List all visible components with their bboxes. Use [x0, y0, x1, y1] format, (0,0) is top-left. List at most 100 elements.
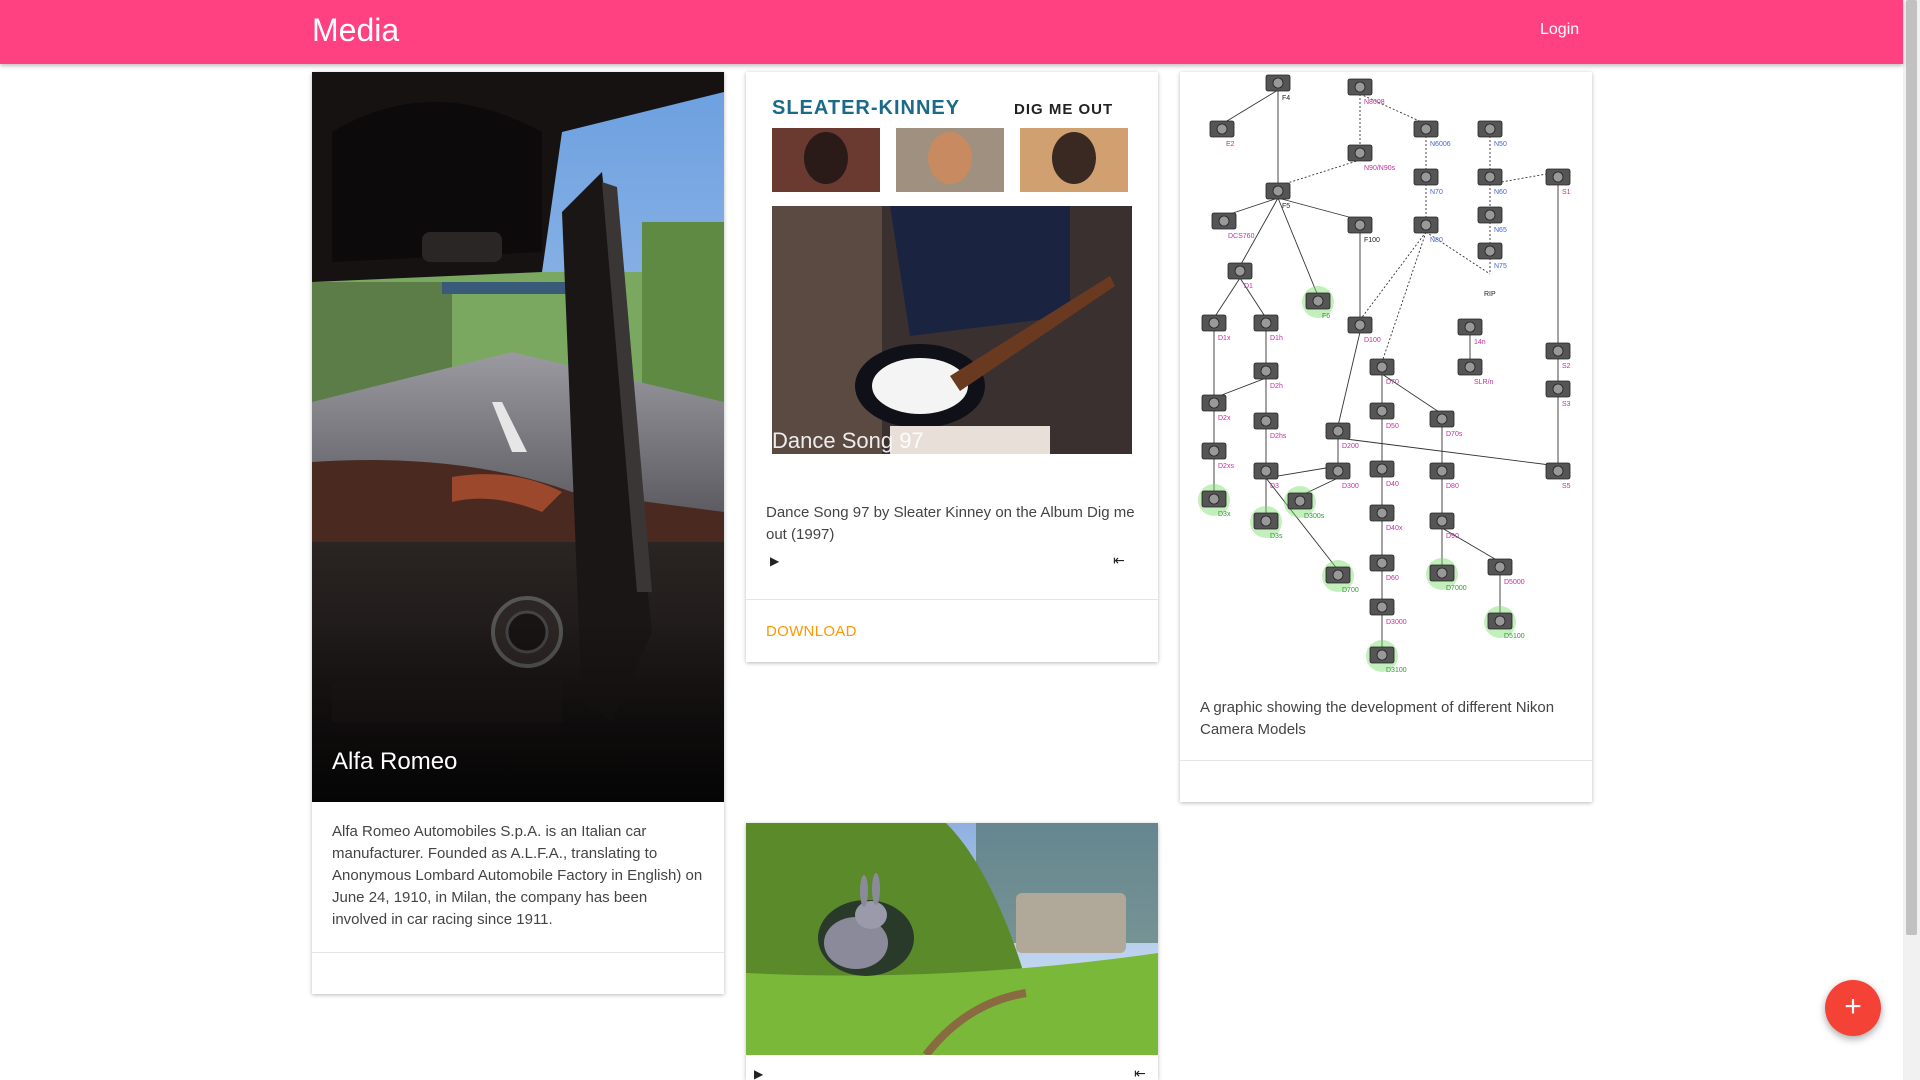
login-button[interactable]: Login [1540, 21, 1579, 39]
camera-label: DCS760 [1228, 233, 1255, 240]
camera-node: D60 [1369, 554, 1399, 582]
nikon-graphic-card: F4 N8008 E2 N90/N90s N6006 N50 F5 N70 N60 S1 DCS76… [1180, 72, 1592, 802]
camera-node: SLR/n [1457, 358, 1494, 386]
camera-label: N80 [1430, 237, 1443, 244]
camera-label: D3x [1218, 511, 1231, 518]
camera-label: D2hs [1270, 433, 1287, 440]
camera-label: 14n [1474, 339, 1486, 346]
camera-label: D3 [1270, 483, 1279, 490]
camera-node: S5 [1545, 462, 1571, 490]
camera-label: N65 [1494, 227, 1507, 234]
album-title-text: DIG ME OUT [1014, 101, 1113, 118]
camera-node: N6006 [1413, 120, 1451, 148]
camera-label: D70s [1446, 431, 1463, 438]
camera-label: N6006 [1430, 141, 1451, 148]
camera-label: F6 [1322, 313, 1330, 320]
camera-node: D3 [1253, 462, 1279, 490]
card-divider [312, 952, 724, 953]
camera-label: D100 [1364, 337, 1381, 344]
camera-node: N8008 [1347, 78, 1385, 106]
camera-label: D90 [1446, 533, 1459, 540]
nikon-description: A graphic showing the development of dif… [1200, 699, 1555, 738]
camera-node: D3x [1198, 484, 1231, 518]
camera-label: N60 [1494, 189, 1507, 196]
camera-node: D70 [1369, 358, 1399, 386]
camera-label: D3000 [1386, 619, 1407, 626]
camera-node: D5100 [1484, 606, 1525, 640]
camera-node: D90 [1429, 512, 1459, 540]
camera-label: N90/N90s [1364, 165, 1396, 172]
camera-node: D3000 [1369, 598, 1407, 626]
camera-node: D300s [1284, 486, 1325, 520]
add-button[interactable]: + [1825, 980, 1881, 1036]
camera-label: F100 [1364, 237, 1380, 244]
album-cover-caption: Dance Song 97 [772, 428, 924, 453]
diagram-edge [1381, 231, 1427, 363]
audio-description: Dance Song 97 by Sleater Kinney on the A… [766, 504, 1135, 543]
camera-node: D2x [1201, 394, 1231, 422]
camera-label: D5000 [1504, 579, 1525, 586]
camera-node: N90/N90s [1347, 144, 1396, 172]
camera-node: D70s [1429, 410, 1463, 438]
diagram-edge [1221, 89, 1279, 125]
skip-back-icon[interactable]: ⇤ [1134, 1065, 1146, 1080]
camera-label: S5 [1562, 483, 1571, 490]
camera-label: D3100 [1386, 667, 1407, 672]
camera-node: F100 [1347, 216, 1380, 244]
app-bar: Media Login [0, 0, 1903, 64]
camera-label: D40 [1386, 481, 1399, 488]
camera-node: N80 [1413, 216, 1443, 244]
camera-label: D40x [1386, 525, 1403, 532]
camera-label: D700 [1342, 587, 1359, 594]
camera-label: D5100 [1504, 633, 1525, 640]
camera-label: N70 [1430, 189, 1443, 196]
play-icon[interactable]: ▶ [754, 1067, 763, 1080]
alfa-romeo-image [312, 72, 724, 802]
nikon-diagram-image: F4 N8008 E2 N90/N90s N6006 N50 F5 N70 N60 S1 DCS76… [1180, 72, 1592, 674]
video-card: ▶ ⇤ [746, 823, 1158, 1080]
camera-node: N65 [1477, 206, 1507, 234]
camera-label: D300 [1342, 483, 1359, 490]
diagram-edge [1277, 159, 1361, 187]
camera-node: D80 [1429, 462, 1459, 490]
skip-back-icon[interactable]: ⇤ [1113, 552, 1125, 569]
camera-node: D1h [1253, 314, 1283, 342]
card-divider [746, 599, 1158, 600]
diagram-edge [1277, 197, 1361, 221]
camera-node: D3100 [1366, 640, 1407, 674]
camera-label: D2x [1218, 415, 1231, 422]
camera-label: N50 [1494, 141, 1507, 148]
camera-label: D50 [1386, 423, 1399, 430]
camera-label: E2 [1226, 141, 1235, 148]
camera-node: D50 [1369, 402, 1399, 430]
camera-node: D40x [1369, 504, 1403, 532]
camera-node: D2xs [1201, 442, 1234, 470]
camera-label: SLR/n [1474, 379, 1494, 386]
audio-card: SLEATER-KINNEY DIG ME OUT Dance Song 97 … [746, 72, 1158, 662]
camera-label: F5 [1282, 203, 1290, 210]
play-icon[interactable]: ▶ [770, 554, 779, 568]
camera-node: D2hs [1253, 412, 1287, 440]
camera-label: F4 [1282, 95, 1290, 102]
camera-node: F5 [1265, 182, 1291, 210]
camera-label: N8008 [1364, 99, 1385, 106]
camera-node: E2 [1209, 120, 1235, 148]
camera-label: D300s [1304, 513, 1325, 520]
camera-label: RIP [1484, 291, 1496, 298]
camera-node: N50 [1477, 120, 1507, 148]
camera-node: D300 [1325, 462, 1359, 490]
page-scrollbar[interactable] [1903, 0, 1920, 1080]
camera-label: S3 [1562, 401, 1571, 408]
camera-node: F6 [1302, 286, 1334, 320]
alfa-romeo-caption: Alfa Romeo [332, 748, 458, 775]
scrollbar-thumb[interactable] [1906, 0, 1917, 935]
diagram-edge [1277, 197, 1319, 297]
album-cover-image: SLEATER-KINNEY DIG ME OUT Dance Song 97 [770, 86, 1132, 472]
diagram-edge [1239, 197, 1279, 267]
camera-node: D2h [1253, 362, 1283, 390]
alfa-romeo-card: Alfa Romeo Alfa Romeo Automobiles S.p.A.… [312, 72, 724, 994]
download-button[interactable]: DOWNLOAD [766, 623, 857, 640]
page-title: Media [312, 12, 400, 48]
camera-node: 14n [1457, 318, 1486, 346]
camera-node: D40 [1369, 460, 1399, 488]
